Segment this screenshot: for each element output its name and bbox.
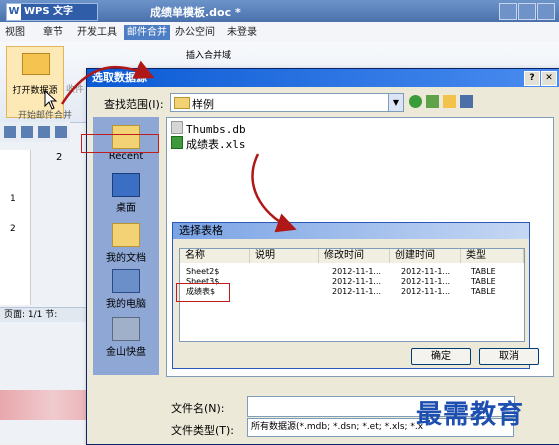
sheet-type: TABLE bbox=[471, 277, 496, 286]
help-button[interactable]: ? bbox=[524, 71, 540, 86]
up-folder-icon[interactable] bbox=[426, 95, 439, 108]
look-in-select[interactable]: 样例 ▼ bbox=[170, 93, 404, 112]
tab-office-space[interactable]: 办公空间 bbox=[172, 25, 218, 40]
maximize-button[interactable] bbox=[518, 3, 536, 20]
insert-merge-field-button[interactable]: 插入合并域 bbox=[186, 48, 231, 61]
wps-logo-icon: W bbox=[7, 4, 21, 20]
chevron-down-icon[interactable]: ▼ bbox=[388, 94, 403, 111]
ruler-number: 1 bbox=[10, 194, 16, 204]
tab-login[interactable]: 未登录 bbox=[224, 25, 260, 40]
wps-logo-button[interactable]: W WPS 文字 bbox=[6, 3, 98, 21]
table-row[interactable]: Sheet3$ 2012-11-1... 2012-11-1... TABLE bbox=[180, 277, 524, 287]
file-item[interactable]: Thumbs.db bbox=[171, 121, 246, 136]
receive-button[interactable]: 收件 bbox=[66, 82, 84, 95]
sheet-modified: 2012-11-1... bbox=[332, 287, 382, 296]
file-item[interactable]: 成绩表.xls bbox=[171, 136, 246, 152]
views-menu-icon[interactable] bbox=[460, 95, 473, 108]
column-header[interactable]: 创建时间 bbox=[390, 249, 461, 263]
dialog-title: 选取数据源 bbox=[92, 71, 147, 84]
desktop-icon bbox=[112, 173, 140, 197]
minimize-button[interactable] bbox=[499, 3, 517, 20]
excel-file-icon bbox=[171, 136, 183, 149]
column-header[interactable]: 修改时间 bbox=[319, 249, 390, 263]
tab-section[interactable]: 章节 bbox=[40, 25, 66, 40]
status-bar: 页面: 1/1 节: bbox=[0, 307, 94, 322]
dialog-title-bar: 选取数据源 ? ✕ bbox=[87, 69, 559, 87]
documents-folder-icon bbox=[112, 223, 140, 247]
ruler-number: 2 bbox=[56, 152, 63, 163]
ruler-number: 2 bbox=[10, 224, 16, 234]
window-controls bbox=[498, 3, 555, 23]
close-button[interactable] bbox=[537, 3, 555, 20]
look-in-value: 样例 bbox=[192, 98, 214, 111]
computer-icon bbox=[112, 269, 140, 293]
table-row[interactable]: 成绩表$ 2012-11-1... 2012-11-1... TABLE bbox=[180, 287, 524, 297]
sheet-modified: 2012-11-1... bbox=[332, 277, 382, 286]
sheet-type: TABLE bbox=[471, 287, 496, 296]
preview-icon[interactable] bbox=[38, 126, 50, 138]
save-icon[interactable] bbox=[4, 126, 16, 138]
table-row[interactable]: Sheet2$ 2012-11-1... 2012-11-1... TABLE bbox=[180, 267, 524, 277]
sheet-modified: 2012-11-1... bbox=[332, 267, 382, 276]
back-icon[interactable] bbox=[409, 95, 422, 108]
sheet-created: 2012-11-1... bbox=[401, 287, 451, 296]
filetype-label: 文件类型(T): bbox=[171, 424, 235, 437]
sheet-dialog-title-bar: 选择表格 bbox=[173, 223, 529, 239]
ribbon-tabs: 视图 章节 开发工具 邮件合并 办公空间 未登录 bbox=[0, 22, 559, 43]
watermark: 最需教育 bbox=[416, 400, 525, 430]
file-name: Thumbs.db bbox=[186, 123, 246, 136]
tab-mail-merge[interactable]: 邮件合并 bbox=[124, 25, 170, 40]
tab-developer[interactable]: 开发工具 bbox=[74, 25, 120, 40]
highlight-box bbox=[81, 134, 159, 153]
quick-toolbar bbox=[0, 122, 70, 142]
sheet-dialog-title: 选择表格 bbox=[179, 224, 223, 237]
place-label: 我的电脑 bbox=[106, 299, 146, 310]
new-folder-icon[interactable] bbox=[443, 95, 456, 108]
document-title: 成绩单模板.doc * bbox=[150, 6, 241, 19]
file-icon bbox=[171, 121, 183, 134]
nav-toolbar bbox=[409, 95, 477, 111]
sheet-table: 名称 说明 修改时间 创建时间 类型 Sheet2$ 2012-11-1... … bbox=[179, 248, 525, 342]
tab-view[interactable]: 视图 bbox=[2, 25, 28, 40]
dialog-close-button[interactable]: ✕ bbox=[541, 71, 557, 86]
column-header[interactable]: 名称 bbox=[180, 249, 250, 263]
ok-button[interactable]: 确定 bbox=[411, 348, 471, 365]
column-header[interactable]: 说明 bbox=[250, 249, 319, 263]
look-in-label: 查找范围(I): bbox=[104, 98, 164, 111]
sheet-created: 2012-11-1... bbox=[401, 277, 451, 286]
drive-icon bbox=[112, 317, 140, 341]
folder-icon bbox=[174, 97, 190, 109]
file-name: 成绩表.xls bbox=[186, 138, 246, 151]
wps-title-bar: W WPS 文字 成绩单模板.doc * bbox=[0, 0, 559, 22]
place-label: 金山快盘 bbox=[106, 347, 146, 358]
mouse-cursor-icon bbox=[44, 90, 58, 110]
cancel-button[interactable]: 取消 bbox=[479, 348, 539, 365]
undo-icon[interactable] bbox=[55, 126, 67, 138]
sheet-type: TABLE bbox=[471, 267, 496, 276]
place-label: 桌面 bbox=[116, 203, 136, 214]
place-label: 我的文档 bbox=[106, 253, 146, 264]
print-icon[interactable] bbox=[21, 126, 33, 138]
place-kuaipan[interactable]: 金山快盘 bbox=[93, 313, 159, 373]
open-folder-icon bbox=[22, 53, 50, 75]
sheet-name: Sheet2$ bbox=[186, 267, 220, 276]
highlight-box bbox=[176, 283, 230, 302]
vertical-ruler: 1 2 bbox=[0, 150, 31, 305]
column-header[interactable]: 类型 bbox=[461, 249, 524, 263]
places-bar: Recent 桌面 我的文档 我的电脑 金山快盘 bbox=[93, 117, 159, 375]
filename-label: 文件名(N): bbox=[171, 402, 225, 415]
sheet-created: 2012-11-1... bbox=[401, 267, 451, 276]
